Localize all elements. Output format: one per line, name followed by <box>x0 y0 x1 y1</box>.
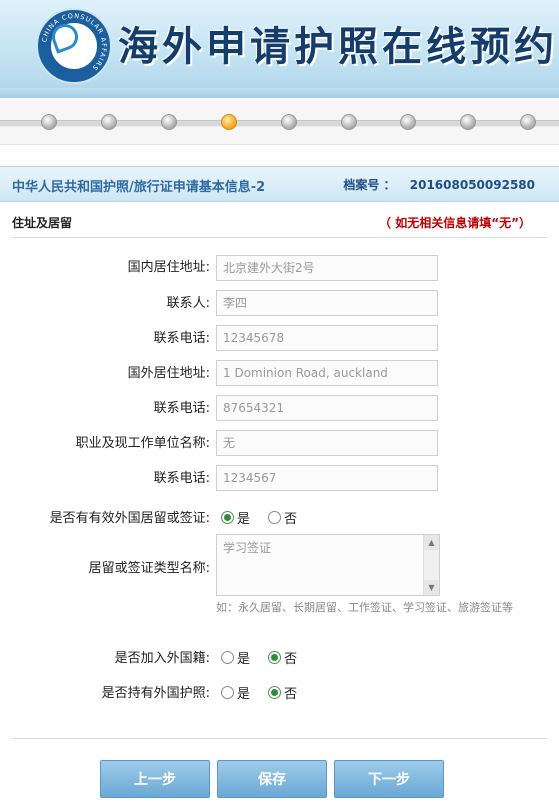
domestic-phone-label: 联系电话: <box>153 331 210 346</box>
progress-step-current <box>221 114 237 130</box>
work-phone-input[interactable]: 1234567 <box>216 465 438 491</box>
visa-type-hint: 如：永久居留、长期居留、工作签证、学习签证、旅游签证等 <box>216 601 513 614</box>
foreign-nationality-no-option[interactable]: 否 <box>268 651 297 667</box>
scroll-down-icon[interactable]: ▼ <box>424 580 439 595</box>
contact-person-label: 联系人: <box>166 296 210 311</box>
foreign-passport-no-option[interactable]: 否 <box>268 686 297 702</box>
radio-checked-icon[interactable] <box>268 686 282 699</box>
residence-visa-no-option[interactable]: 否 <box>268 511 297 527</box>
domestic-address-label: 国内居住地址: <box>127 260 210 275</box>
progress-step-2 <box>101 114 117 130</box>
progress-step-8 <box>460 114 476 130</box>
divider <box>12 738 547 739</box>
file-number-value: 201608050092580 <box>409 178 535 192</box>
foreign-address-input[interactable]: 1 Dominion Road, auckland <box>216 360 438 386</box>
contact-person-input[interactable]: 李四 <box>216 290 438 316</box>
visa-type-label: 居留或签证类型名称: <box>88 561 210 576</box>
radio-unchecked-icon[interactable] <box>268 511 282 524</box>
form-header: 中华人民共和国护照/旅行证申请基本信息-2 档案号 ： 201608050092… <box>0 166 559 202</box>
domestic-address-input[interactable]: 北京建外大街2号 <box>216 255 438 281</box>
domestic-phone-input[interactable]: 12345678 <box>216 325 438 351</box>
occupation-label: 职业及现工作单位名称: <box>75 436 210 451</box>
save-button[interactable]: 保存 <box>217 760 327 798</box>
radio-unchecked-icon[interactable] <box>221 651 234 664</box>
radio-unchecked-icon[interactable] <box>221 686 234 699</box>
foreign-address-label: 国外居住地址: <box>127 366 210 381</box>
foreign-passport-label: 是否持有外国护照: <box>101 686 210 701</box>
residence-visa-radio-group: 是 否 <box>221 508 311 527</box>
progress-step-3 <box>161 114 177 130</box>
section-title: 住址及居留 <box>12 216 73 230</box>
foreign-nationality-yes-option[interactable]: 是 <box>221 651 250 667</box>
radio-checked-icon[interactable] <box>221 511 234 524</box>
residence-visa-label: 是否有有效外国居留或签证: <box>49 511 210 526</box>
divider <box>12 237 547 238</box>
occupation-input[interactable]: 无 <box>216 430 438 456</box>
foreign-nationality-label: 是否加入外国籍: <box>114 651 210 666</box>
progress-step-5 <box>281 114 297 130</box>
visa-type-textarea[interactable]: 学习签证 ▲ ▼ <box>216 534 440 596</box>
fill-notice: （ 如无相关信息请填“无”） <box>379 216 531 230</box>
progress-step-1 <box>41 114 57 130</box>
next-step-button[interactable]: 下一步 <box>334 760 444 798</box>
progress-step-6 <box>341 114 357 130</box>
consular-emblem-icon: CHINA CONSULAR AFFAIRS <box>36 8 112 84</box>
textarea-scrollbar[interactable]: ▲ ▼ <box>423 535 439 595</box>
foreign-phone-input[interactable]: 87654321 <box>216 395 438 421</box>
progress-track <box>0 100 559 145</box>
svg-text:CHINA CONSULAR AFFAIRS: CHINA CONSULAR AFFAIRS <box>40 12 108 72</box>
foreign-nationality-radio-group: 是 否 <box>221 648 311 667</box>
radio-checked-icon[interactable] <box>268 651 282 664</box>
form-title: 中华人民共和国护照/旅行证申请基本信息-2 <box>12 180 266 195</box>
visa-type-value: 学习签证 <box>223 541 272 555</box>
prev-step-button[interactable]: 上一步 <box>100 760 210 798</box>
scroll-up-icon[interactable]: ▲ <box>424 535 439 550</box>
progress-step-7 <box>400 114 416 130</box>
foreign-passport-yes-option[interactable]: 是 <box>221 686 250 702</box>
foreign-passport-radio-group: 是 否 <box>221 683 311 702</box>
progress-step-9 <box>520 114 536 130</box>
work-phone-label: 联系电话: <box>153 471 210 486</box>
residence-visa-yes-option[interactable]: 是 <box>221 511 250 527</box>
file-number-label: 档案号 ： <box>343 178 396 192</box>
header-banner: CHINA CONSULAR AFFAIRS 海外申请护照在线预约 <box>0 0 559 98</box>
foreign-phone-label: 联系电话: <box>153 401 210 416</box>
site-title: 海外申请护照在线预约 <box>118 23 558 70</box>
file-number: 档案号 ： 201608050092580 <box>343 176 535 193</box>
